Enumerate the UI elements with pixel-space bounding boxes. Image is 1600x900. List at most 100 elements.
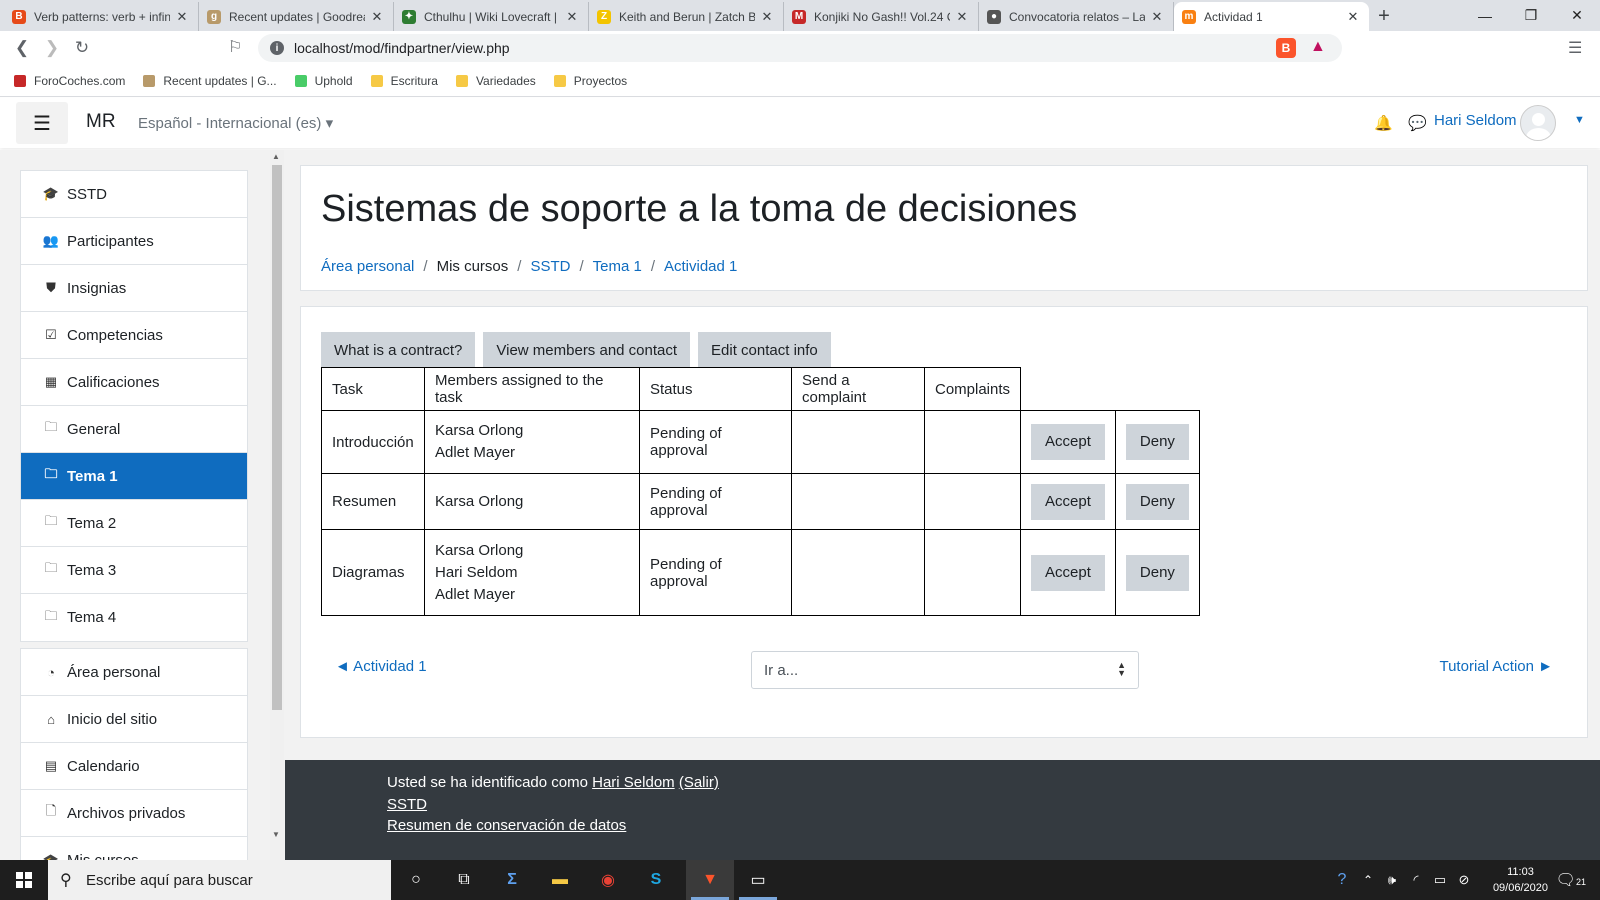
wifi-icon[interactable]: ◜ — [1404, 868, 1428, 892]
file-explorer-icon[interactable]: ▬ — [548, 868, 572, 892]
breadcrumb-item[interactable]: Área personal — [321, 258, 414, 275]
nav-item-general[interactable]: 🗀 General — [21, 406, 247, 453]
user-menu-name[interactable]: Hari Seldom — [1434, 112, 1517, 129]
drawer-scroll-thumb[interactable] — [272, 165, 282, 710]
close-tab-icon[interactable]: ✕ — [759, 9, 775, 25]
help-icon[interactable]: ? — [1330, 868, 1354, 892]
terminal-icon[interactable]: ▭ — [746, 868, 770, 892]
chat-icon[interactable]: 💬 — [1408, 114, 1427, 132]
new-tab-button[interactable]: + — [1369, 2, 1399, 31]
url-field[interactable]: i localhost/mod/findpartner/view.php — [258, 34, 1342, 62]
close-tab-icon[interactable]: ✕ — [174, 9, 190, 25]
tab-button[interactable]: What is a contract? — [321, 332, 476, 368]
nav-item-tema-3[interactable]: 🗀 Tema 3 — [21, 547, 247, 594]
taskbar-search[interactable]: ⚲ Escribe aquí para buscar — [48, 860, 391, 900]
nav-item-tema-4[interactable]: 🗀 Tema 4 — [21, 594, 247, 641]
column-header: Task — [321, 367, 425, 411]
menu-toggle-button[interactable]: ☰ — [16, 102, 68, 144]
bell-icon[interactable]: 🔔 — [1374, 114, 1393, 132]
bookmark-label: Escritura — [390, 73, 438, 88]
chevron-up-icon[interactable]: ⌃ — [1356, 868, 1380, 892]
deny-button[interactable]: Deny — [1125, 483, 1189, 520]
browser-tab[interactable]: M Konjiki No Gash!! Vol.24 Ch ✕ — [784, 2, 979, 31]
close-tab-icon[interactable]: ✕ — [954, 9, 970, 25]
info-icon[interactable]: i — [270, 41, 284, 55]
brave-icon[interactable]: ▼ — [698, 868, 722, 892]
prev-activity-link[interactable]: ◄ Actividad 1 — [335, 658, 427, 675]
windows-start-icon[interactable] — [16, 872, 32, 888]
language-selector[interactable]: Español - Internacional (es) ▾ — [138, 114, 333, 132]
breadcrumb-item[interactable]: Actividad 1 — [664, 258, 737, 275]
bookmark-item[interactable]: Uphold — [294, 74, 353, 88]
browser-menu-icon[interactable]: ☰ — [1568, 38, 1582, 58]
battery-icon[interactable]: ▭ — [1428, 868, 1452, 892]
reload-icon[interactable]: ↻ — [67, 33, 97, 63]
brave-shield-icon[interactable]: B — [1276, 38, 1296, 58]
browser-tab[interactable]: ● Convocatoria relatos – La g ✕ — [979, 2, 1174, 31]
volume-icon[interactable]: 🕪 — [1380, 868, 1404, 892]
close-tab-icon[interactable]: ✕ — [564, 9, 580, 25]
breadcrumb-item[interactable]: SSTD — [530, 258, 570, 275]
nav-item-competencias[interactable]: ☑ Competencias — [21, 312, 247, 359]
tab-button[interactable]: View members and contact — [483, 332, 691, 368]
chrome-icon[interactable]: ◉ — [596, 868, 620, 892]
brave-rewards-icon[interactable]: ▲ — [1310, 38, 1326, 56]
nav-item-mis-cursos[interactable]: 🎓 Mis cursos — [21, 837, 247, 860]
footer-course-link[interactable]: SSTD — [387, 796, 427, 813]
close-tab-icon[interactable]: ✕ — [369, 9, 385, 25]
nav-item-archivos-privados[interactable]: 🗋 Archivos privados — [21, 790, 247, 837]
nav-item-tema-1[interactable]: 🗀 Tema 1 — [21, 453, 247, 500]
browser-tab[interactable]: Z Keith and Berun | Zatch Bell ✕ — [589, 2, 784, 31]
task-view-icon[interactable]: ⧉ — [452, 868, 476, 892]
bookmark-item[interactable]: Proyectos — [553, 74, 627, 88]
forward-icon[interactable]: ❯ — [37, 33, 67, 63]
data-retention-link[interactable]: Resumen de conservación de datos — [387, 817, 626, 834]
notification-center-icon[interactable]: 🗨21 — [1556, 870, 1586, 890]
footer-user-link[interactable]: Hari Seldom — [592, 774, 675, 791]
skype-icon[interactable]: S — [644, 868, 668, 892]
avatar[interactable] — [1520, 105, 1556, 141]
minimize-icon[interactable]: — — [1462, 0, 1508, 31]
browser-tab[interactable]: g Recent updates | Goodreads ✕ — [199, 2, 394, 31]
accept-button[interactable]: Accept — [1031, 554, 1105, 591]
close-tab-icon[interactable]: ✕ — [1345, 9, 1361, 25]
deny-button[interactable]: Deny — [1125, 554, 1189, 591]
close-tab-icon[interactable]: ✕ — [1149, 9, 1165, 25]
nav-item-inicio-del-sitio[interactable]: ⌂ Inicio del sitio — [21, 696, 247, 743]
bookmark-icon[interactable]: ⚐ — [228, 37, 242, 57]
next-activity-link[interactable]: Tutorial Action ► — [1439, 658, 1553, 675]
scroll-up-icon[interactable]: ▲ — [272, 152, 280, 161]
restore-icon[interactable]: ❐ — [1508, 0, 1554, 31]
column-header-empty — [1115, 368, 1199, 411]
browser-tab[interactable]: ✦ Cthulhu | Wiki Lovecraft | Fandom ✕ — [394, 2, 589, 31]
browser-tab[interactable]: B Verb patterns: verb + infinitive ✕ — [4, 2, 199, 31]
jump-to-select[interactable]: Ir a... ▲ ▼ — [751, 651, 1139, 689]
nav-item-calendario[interactable]: ▤ Calendario — [21, 743, 247, 790]
chevron-down-icon[interactable]: ▼ — [1574, 114, 1585, 126]
accept-button[interactable]: Accept — [1031, 483, 1105, 520]
bookmark-item[interactable]: Variedades — [455, 74, 536, 88]
logout-link[interactable]: (Salir) — [679, 774, 719, 791]
close-window-icon[interactable]: ✕ — [1554, 0, 1600, 31]
tab-button[interactable]: Edit contact info — [698, 332, 831, 368]
browser-tab[interactable]: m Actividad 1 ✕ — [1174, 2, 1369, 31]
bookmark-item[interactable]: Recent updates | G... — [143, 74, 277, 88]
scroll-down-icon[interactable]: ▼ — [272, 830, 280, 839]
taskbar-clock[interactable]: 11:03 09/06/2020 — [1493, 864, 1548, 896]
deny-button[interactable]: Deny — [1125, 424, 1189, 460]
nav-item-sstd[interactable]: 🎓 SSTD — [21, 171, 247, 218]
accept-button[interactable]: Accept — [1031, 424, 1105, 460]
nav-item-participantes[interactable]: 👥 Participantes — [21, 218, 247, 265]
cortana-icon[interactable]: ○ — [404, 868, 428, 892]
nav-item-área-personal[interactable]: ◔ Área personal — [21, 649, 247, 696]
nav-item-calificaciones[interactable]: ▦ Calificaciones — [21, 359, 247, 406]
nav-item-insignias[interactable]: ⛊ Insignias — [21, 265, 247, 312]
back-icon[interactable]: ❮ — [7, 33, 37, 63]
bookmark-item[interactable]: ForoCoches.com — [14, 74, 125, 88]
site-brand[interactable]: MR — [86, 111, 116, 133]
bookmark-item[interactable]: Escritura — [370, 73, 438, 88]
visual-studio-icon[interactable]: Σ — [500, 868, 524, 892]
network-off-icon[interactable]: ⊘ — [1452, 868, 1476, 892]
nav-item-tema-2[interactable]: 🗀 Tema 2 — [21, 500, 247, 547]
breadcrumb-item[interactable]: Tema 1 — [593, 258, 642, 275]
